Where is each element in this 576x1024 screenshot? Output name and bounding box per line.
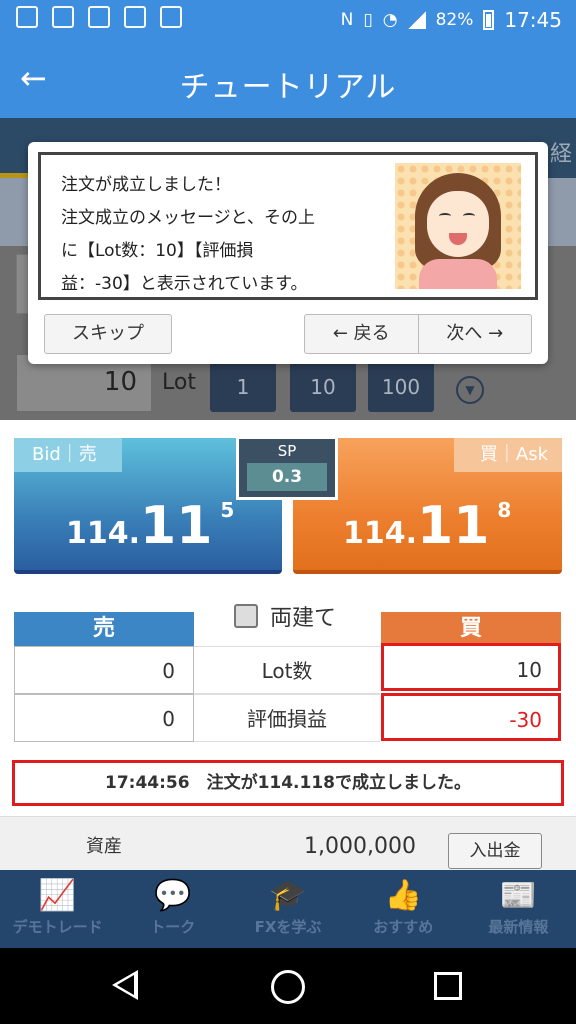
newspaper-icon: 📰	[499, 878, 538, 913]
chat-icon: 💬	[154, 878, 192, 913]
spread-badge: SP 0.3	[236, 436, 338, 500]
vibrate-icon: ▯	[363, 10, 373, 30]
app-notification-icon	[124, 6, 146, 28]
deposit-withdraw-button[interactable]: 入出金	[448, 833, 542, 869]
system-home-icon[interactable]	[271, 970, 305, 1004]
nav-label: デモトレード	[12, 918, 103, 936]
hedge-checkbox[interactable]: 両建て	[234, 600, 336, 632]
tutorial-message-box: 注文が成立しました！ 注文成立のメッセージと、その上 に【Lot数：10】【評価…	[38, 152, 538, 300]
bid-price: 114.11 5	[66, 496, 234, 556]
nav-news[interactable]: 📰 最新情報	[461, 870, 576, 948]
gmail-notification-icon	[52, 6, 74, 28]
avatar-mouth	[449, 233, 467, 245]
lot-10-button[interactable]: 10	[290, 362, 356, 412]
order-filled-message: 17:44:56 注文が114.118で成立しました。	[12, 760, 564, 806]
ask-price-main: 11	[417, 496, 490, 556]
page-title: チュートリアル	[179, 70, 397, 105]
nav-learn-fx[interactable]: 🎓 FXを学ぶ	[230, 870, 345, 948]
tab-partial-label: 経	[549, 142, 572, 167]
system-nav-bar	[0, 948, 576, 1024]
assets-value: 1,000,000	[304, 834, 416, 859]
buy-lot-value: 10	[381, 643, 561, 691]
avatar-eye	[439, 213, 451, 219]
nav-talk[interactable]: 💬 トーク	[115, 870, 230, 948]
avatar-body	[419, 259, 497, 289]
bid-price-main: 11	[140, 496, 213, 556]
tutorial-line: 益：-30】と表示されています。	[61, 274, 308, 294]
bid-price-prefix: 114.	[66, 516, 141, 551]
nav-label: FXを学ぶ	[254, 918, 322, 936]
lot-label: Lot	[162, 370, 196, 395]
lot-1-button[interactable]: 1	[210, 362, 276, 412]
prev-button[interactable]: ← 戻る	[305, 315, 419, 353]
nav-label: おすすめ	[373, 918, 434, 936]
nfc-icon: N	[340, 10, 354, 30]
avatar-face	[427, 191, 489, 257]
system-recents-icon[interactable]	[434, 972, 462, 1000]
sell-lot-value: 0	[14, 646, 194, 694]
system-back-icon-inner	[117, 975, 134, 995]
tutorial-line: 注文成立のメッセージと、その上	[61, 208, 315, 228]
spread-label: SP	[277, 442, 297, 460]
guide-avatar	[395, 163, 521, 289]
nav-label: トーク	[150, 918, 196, 936]
sell-pnl-value: 0	[14, 694, 194, 742]
app2-notification-icon	[160, 6, 182, 28]
bid-label: Bid｜売	[14, 438, 122, 472]
tutorial-text: 注文が成立しました！ 注文成立のメッセージと、その上 に【Lot数：10】【評価…	[61, 169, 391, 301]
skip-button[interactable]: スキップ	[44, 314, 172, 354]
buy-pnl-value: -30	[381, 693, 561, 741]
buy-header: 買	[381, 612, 561, 646]
ask-price: 114.11 8	[343, 496, 511, 556]
graduation-cap-icon: 🎓	[269, 878, 307, 913]
clock: 17:45	[504, 8, 562, 32]
bid-price-pip: 5	[220, 498, 235, 522]
assets-row: 資産 1,000,000 入出金	[0, 816, 576, 876]
nav-recommend[interactable]: 👍 おすすめ	[346, 870, 461, 948]
lot-100-button[interactable]: 100	[368, 362, 434, 412]
lot-row-label: Lot数	[194, 646, 380, 694]
avatar-eye	[463, 213, 475, 219]
assets-label: 資産	[86, 836, 122, 857]
sell-header: 売	[14, 612, 194, 646]
battery-percent: 82%	[435, 10, 474, 30]
hedge-label: 両建て	[270, 606, 337, 631]
pnl-row-label: 評価損益	[194, 694, 380, 742]
signal-icon	[407, 11, 426, 29]
battery-icon	[483, 10, 495, 30]
bottom-nav: 📈 デモトレード 💬 トーク 🎓 FXを学ぶ 👍 おすすめ 📰 最新情報	[0, 870, 576, 948]
gallery-notification-icon	[16, 6, 38, 28]
tutorial-nav: ← 戻る 次へ →	[304, 314, 532, 354]
ask-label: 買｜Ask	[454, 438, 562, 472]
nav-label: 最新情報	[488, 918, 549, 936]
app-bar: ← チュートリアル	[0, 40, 576, 118]
thumbs-up-icon: 👍	[384, 878, 422, 913]
checkbox-icon[interactable]	[234, 604, 258, 628]
next-button[interactable]: 次へ →	[419, 315, 532, 353]
status-bar: N ▯ ◔ 82% 17:45	[0, 0, 576, 40]
chevron-down-icon[interactable]: ▼	[456, 376, 484, 404]
spread-value: 0.3	[247, 463, 327, 491]
ask-price-pip: 8	[497, 498, 512, 522]
tutorial-line: に【Lot数：10】【評価損	[61, 241, 254, 261]
nav-demo-trade[interactable]: 📈 デモトレード	[0, 870, 115, 948]
ask-price-prefix: 114.	[343, 516, 418, 551]
chart-icon: 📈	[38, 878, 77, 913]
play-store-notification-icon	[88, 6, 110, 28]
tutorial-line: 注文が成立しました！	[61, 175, 231, 195]
wifi-icon: ◔	[382, 10, 398, 30]
tutorial-dialog: 注文が成立しました！ 注文成立のメッセージと、その上 に【Lot数：10】【評価…	[28, 142, 548, 364]
